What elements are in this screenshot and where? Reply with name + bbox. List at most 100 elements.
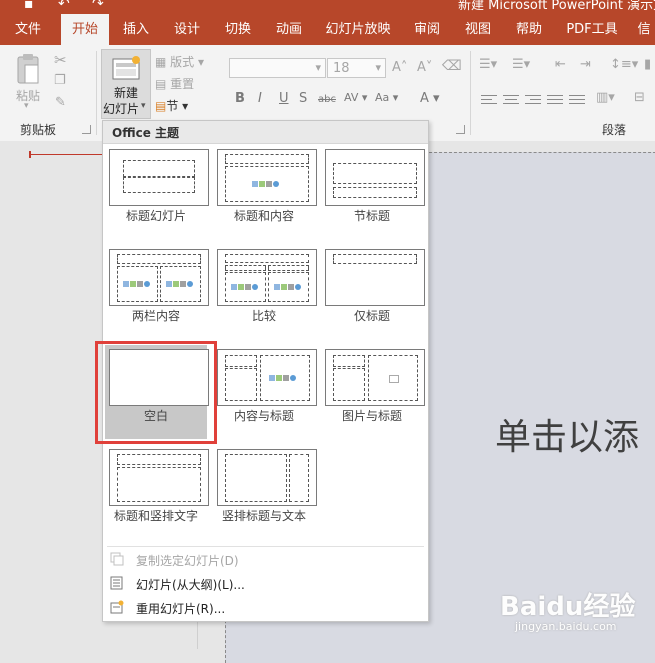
new-slide-icon xyxy=(112,56,140,80)
clipboard-launcher-icon[interactable] xyxy=(82,125,91,134)
paragraph-group-label: 段落 xyxy=(602,123,627,137)
group-separator xyxy=(470,51,471,135)
layout-title-vertical-text[interactable]: 标题和竖排文字 xyxy=(105,445,209,539)
distributed-icon[interactable] xyxy=(569,95,585,107)
tab-home[interactable]: 开始 xyxy=(61,14,109,45)
duplicate-slide-menu-item[interactable]: 复制选定幻灯片(D) xyxy=(103,549,428,571)
align-text-icon[interactable]: ⊟ xyxy=(634,90,645,105)
layout-picture-with-caption[interactable]: 图片与标题 xyxy=(321,345,425,439)
title-placeholder[interactable]: 单击以添 xyxy=(495,408,639,460)
new-slide-button[interactable]: 新建 幻灯片 ▾ xyxy=(101,49,151,119)
layout-section-header[interactable]: 节标题 xyxy=(321,145,425,239)
thumbnail-pane[interactable] xyxy=(0,141,102,649)
tab-help[interactable]: 帮助 xyxy=(507,14,551,45)
window-title: 新建 Microsoft PowerPoint 演示文稿 xyxy=(458,0,655,13)
title-bar: ▪ ↶ ↷ 新建 Microsoft PowerPoint 演示文稿 xyxy=(0,0,655,14)
align-left-icon[interactable] xyxy=(481,95,497,107)
underline-icon[interactable]: U xyxy=(279,91,289,106)
menu-label: 重用幻灯片(R)... xyxy=(136,602,226,616)
group-separator xyxy=(96,51,97,135)
chevron-down-icon: ▾ xyxy=(375,61,381,74)
outline-icon xyxy=(110,576,123,590)
clipboard-group-label: 剪贴板 xyxy=(20,123,57,137)
slides-from-outline-menu-item[interactable]: 幻灯片(从大纲)(L)... xyxy=(103,573,428,595)
font-size-combo[interactable]: 18 ▾ xyxy=(327,58,386,78)
section-icon: ▤ xyxy=(155,99,167,113)
tab-animations[interactable]: 动画 xyxy=(267,14,311,45)
layout-title-only[interactable]: 仅标题 xyxy=(321,245,425,339)
layout-thumbnail xyxy=(217,349,317,406)
bold-icon[interactable]: B xyxy=(235,91,245,106)
justify-icon[interactable] xyxy=(547,95,563,107)
layout-label: 版式 xyxy=(170,55,195,69)
layout-name: 节标题 xyxy=(353,209,390,223)
layout-thumbnail xyxy=(217,449,317,506)
layout-thumbnail xyxy=(217,249,317,306)
layout-name: 图片与标题 xyxy=(341,409,402,423)
format-painter-icon[interactable]: ✎ xyxy=(55,95,66,110)
cut-icon[interactable]: ✂ xyxy=(54,51,67,69)
text-direction-icon[interactable]: ▮ xyxy=(644,57,651,72)
paste-button[interactable] xyxy=(15,53,41,87)
tab-view[interactable]: 视图 xyxy=(456,14,500,45)
align-right-icon[interactable] xyxy=(525,95,541,107)
layout-name: 仅标题 xyxy=(353,309,390,323)
columns-icon[interactable]: ▥▾ xyxy=(596,90,615,105)
layout-name: 比较 xyxy=(251,309,276,323)
layout-title-slide[interactable]: 标题幻灯片 xyxy=(105,145,209,239)
layout-name: 两栏内容 xyxy=(131,309,180,323)
italic-icon[interactable]: I xyxy=(258,91,262,106)
line-spacing-icon[interactable]: ↕≡▾ xyxy=(610,57,638,72)
tab-more[interactable]: 信 xyxy=(633,14,655,45)
section-button[interactable]: ▤节 ▾ xyxy=(155,97,188,114)
reuse-slides-menu-item[interactable]: 重用幻灯片(R)... xyxy=(103,597,428,619)
layout-title-and-content[interactable]: 标题和内容 xyxy=(213,145,317,239)
layout-thumbnail xyxy=(109,249,209,306)
tab-file[interactable]: 文件 xyxy=(5,14,51,45)
content-icons xyxy=(123,280,153,289)
content-icons xyxy=(269,374,299,383)
layout-name: 竖排标题与文本 xyxy=(221,509,306,523)
layout-two-content[interactable]: 两栏内容 xyxy=(105,245,209,339)
redo-icon[interactable]: ↷ xyxy=(92,0,104,12)
increase-indent-icon[interactable]: ⇥ xyxy=(580,57,591,72)
content-icons xyxy=(274,283,304,292)
decrease-font-icon[interactable]: A˅ xyxy=(417,60,432,75)
shadow-icon[interactable]: S xyxy=(299,91,307,106)
align-center-icon[interactable] xyxy=(503,95,519,107)
layout-vertical-title-and-text[interactable]: 竖排标题与文本 xyxy=(213,445,317,539)
layout-comparison[interactable]: 比较 xyxy=(213,245,317,339)
numbering-icon[interactable]: ☰▾ xyxy=(512,57,530,72)
tab-review[interactable]: 审阅 xyxy=(404,14,450,45)
increase-font-icon[interactable]: A˄ xyxy=(392,60,407,75)
content-icons xyxy=(166,280,196,289)
baidu-watermark: Baidu经验 xyxy=(500,592,636,622)
tab-slideshow[interactable]: 幻灯片放映 xyxy=(320,14,396,45)
layout-name: 标题和竖排文字 xyxy=(113,509,198,523)
tab-insert[interactable]: 插入 xyxy=(114,14,158,45)
layout-button[interactable]: ▦ 版式 ▾ xyxy=(155,53,204,70)
reset-button[interactable]: ▤ 重置 xyxy=(155,75,194,92)
bullets-icon[interactable]: ☰▾ xyxy=(479,57,497,72)
insertion-line xyxy=(30,154,102,155)
save-icon[interactable]: ▪ xyxy=(24,0,34,12)
layout-thumbnail xyxy=(109,149,209,206)
layout-thumbnail xyxy=(325,149,425,206)
reset-icon: ▤ xyxy=(155,77,167,91)
baidu-watermark-url: jingyan.baidu.com xyxy=(515,620,617,633)
font-name-combo[interactable]: ▾ xyxy=(229,58,326,78)
tab-pdf-tools[interactable]: PDF工具 xyxy=(560,14,624,45)
tab-transitions[interactable]: 切换 xyxy=(216,14,260,45)
font-launcher-icon[interactable] xyxy=(456,125,465,134)
decrease-indent-icon[interactable]: ⇤ xyxy=(555,57,566,72)
undo-icon[interactable]: ↶ xyxy=(58,0,70,12)
clear-formatting-icon[interactable]: ⌫ xyxy=(442,58,462,74)
font-color-icon[interactable]: A ▾ xyxy=(420,91,440,106)
layout-content-with-caption[interactable]: 内容与标题 xyxy=(213,345,317,439)
strikethrough-icon[interactable]: abc xyxy=(318,94,336,105)
tab-design[interactable]: 设计 xyxy=(165,14,209,45)
copy-icon[interactable]: ❐ xyxy=(54,73,66,88)
gallery-header: Office 主题 xyxy=(103,121,428,144)
character-spacing-icon[interactable]: AV ▾ xyxy=(344,91,367,104)
change-case-icon[interactable]: Aa ▾ xyxy=(375,91,398,104)
